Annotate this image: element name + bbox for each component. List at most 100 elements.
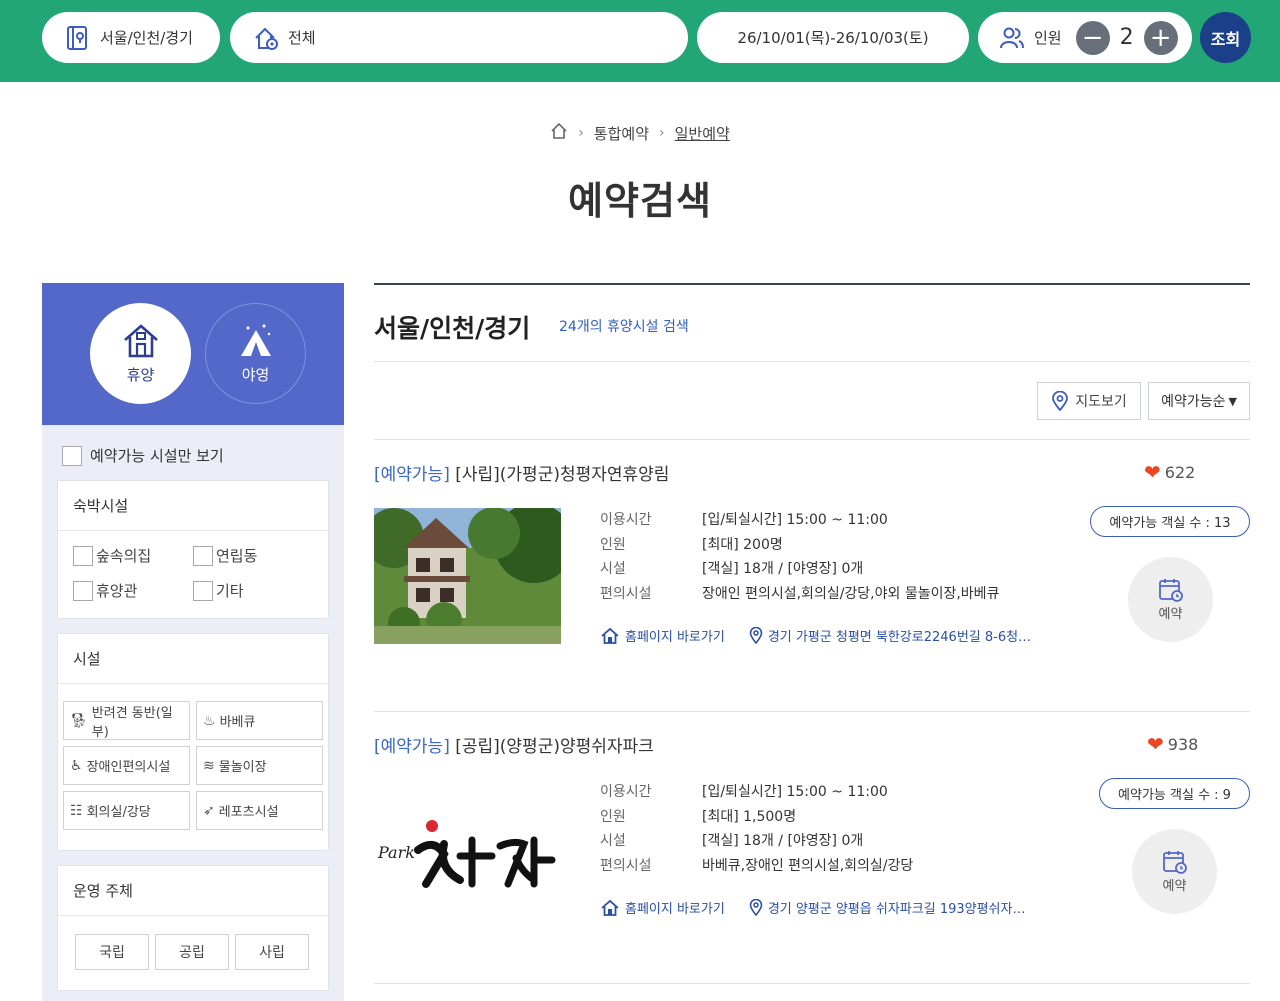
facility-label: 물놀이장 (218, 760, 267, 775)
date-range-value: 26/10/01(목)-26/10/03(토) (737, 29, 929, 47)
facility-title[interactable]: [예약가능] [사립](가평군)청평자연휴양림 (374, 460, 669, 485)
breadcrumb-current[interactable]: 일반예약 (675, 123, 730, 144)
region-value: 서울/인천/경기 (100, 29, 193, 47)
calendar-icon (1158, 579, 1183, 602)
results-region-title: 서울/인천/경기 (374, 314, 531, 343)
people-selector: 인원 − 2 + (978, 12, 1192, 63)
facility-card: [예약가능] [사립](가평군)청평자연휴양림 ❤ 622 이용시간 [입/퇴실… (374, 440, 1250, 710)
facility-accessible-button[interactable]: ♿︎ 장애인편의시설 (63, 746, 190, 785)
people-count: 2 (1119, 25, 1134, 50)
people-icon (998, 24, 1026, 52)
lodging-option[interactable]: 기타 (193, 580, 313, 601)
availability-status: [예약가능] (374, 737, 450, 757)
top-search-bar: 서울/인천/경기 전체 26/10/01(목)-26/10/03(토) 인원 −… (0, 0, 1280, 82)
info-label: 시설 (600, 561, 626, 577)
operator-public-button[interactable]: 공립 (155, 934, 229, 970)
like-button[interactable]: ❤ 622 (1144, 460, 1195, 484)
operator-private-button[interactable]: 사립 (235, 934, 309, 970)
address-link[interactable]: 경기 가평군 청평면 북한강로2246번길 8-6청… (749, 626, 1031, 645)
lodging-filter: 숙박시설 숲속의집 연립동 휴양관 기타 (57, 480, 329, 619)
lodging-checkbox[interactable] (73, 545, 93, 566)
map-pin-icon (1052, 391, 1069, 411)
homepage-link[interactable]: 홈페이지 바로가기 (600, 898, 725, 917)
info-people: [최대] 200명 (702, 536, 783, 553)
date-range-selector[interactable]: 26/10/01(목)-26/10/03(토) (697, 12, 969, 63)
facility-title[interactable]: [예약가능] [공립](양평군)양평쉬자파크 (374, 732, 654, 757)
availability-status: [예약가능] (374, 465, 450, 485)
reserve-button[interactable]: 예약 (1132, 829, 1217, 914)
homepage-link[interactable]: 홈페이지 바로가기 (600, 626, 725, 645)
region-selector[interactable]: 서울/인천/경기 (42, 12, 220, 63)
available-only-toggle[interactable]: 예약가능 시설만 보기 (62, 445, 224, 466)
lodging-option-label: 휴양관 (96, 582, 138, 600)
facility-meeting-button[interactable]: ☷ 회의실/강당 (63, 791, 190, 830)
map-view-button[interactable]: 지도보기 (1037, 382, 1141, 420)
info-label: 인원 (600, 536, 626, 553)
lodging-option[interactable]: 휴양관 (73, 580, 193, 601)
reserve-label: 예약 (1162, 879, 1187, 894)
like-count: 622 (1164, 462, 1196, 482)
filter-sidebar: 휴양 야영 예약가능 시설만 보기 숙박시설 숲속의집 연립동 휴양관 기타 시… (42, 283, 344, 1001)
facility-info: 이용시간 [입/퇴실시간] 15:00 ~ 11:00 인원 [최대] 1,500명… (600, 780, 913, 878)
increase-people-button[interactable]: + (1143, 20, 1178, 55)
like-button[interactable]: ❤ 938 (1147, 732, 1198, 756)
type-value: 전체 (288, 29, 316, 47)
info-time: [입/퇴실시간] 15:00 ~ 11:00 (702, 512, 888, 528)
reserve-button[interactable]: 예약 (1128, 557, 1213, 642)
breadcrumb-level1[interactable]: 통합예약 (594, 123, 649, 144)
page-title: 예약검색 (568, 179, 712, 223)
lodging-checkbox[interactable] (193, 580, 213, 601)
lodging-option-label: 연립동 (216, 547, 258, 565)
info-amenities: 바베큐,장애인 편의시설,회의실/강당 (702, 857, 914, 874)
location-house-icon (252, 24, 280, 52)
sort-select[interactable]: 예약가능순 ▼ (1148, 382, 1250, 420)
facility-pet-button[interactable]: 🐕︎ 반려견 동반(일부) (63, 701, 190, 740)
search-button[interactable]: 조회 (1200, 12, 1251, 63)
facility-filter-title: 시설 (58, 634, 328, 684)
facility-links: 홈페이지 바로가기 경기 가평군 청평면 북한강로2246번길 8-6청… (600, 626, 1031, 645)
sort-value: 예약가능순 (1161, 394, 1226, 410)
info-amenities: 장애인 편의시설,회의실/강당,야외 물놀이장,바베큐 (702, 585, 1000, 602)
category-header: 휴양 야영 (42, 283, 344, 425)
chevron-right-icon: › (659, 125, 665, 141)
info-label: 이용시간 (600, 784, 652, 800)
address-link[interactable]: 경기 양평군 양평읍 쉬자파크길 193양평쉬자… (749, 898, 1025, 917)
home-icon[interactable] (550, 122, 568, 144)
category-rest-button[interactable]: 휴양 (90, 303, 191, 404)
wheelchair-icon: ♿︎ (70, 757, 83, 774)
lodging-checkbox[interactable] (193, 545, 213, 566)
category-camp-button[interactable]: 야영 (205, 303, 306, 404)
facility-bbq-button[interactable]: ♨ 바베큐 (196, 701, 323, 740)
people-label: 인원 (1034, 29, 1062, 47)
lodging-option[interactable]: 숲속의집 (73, 545, 193, 566)
divider (374, 283, 1250, 285)
divider (374, 983, 1250, 984)
lodging-option[interactable]: 연립동 (193, 545, 313, 566)
lodging-checkbox[interactable] (73, 580, 93, 601)
operator-national-button[interactable]: 국립 (75, 934, 149, 970)
info-people: [최대] 1,500명 (702, 808, 797, 825)
type-selector[interactable]: 전체 (230, 12, 688, 63)
facility-sports-button[interactable]: ➶ 레포츠시설 (196, 791, 323, 830)
lodging-option-label: 숲속의집 (96, 547, 152, 565)
facility-logo[interactable]: Park (374, 780, 561, 916)
swimming-icon: ≋ (203, 757, 215, 774)
facility-name: [공립](양평군)양평쉬자파크 (455, 737, 654, 757)
info-facility: [객실] 18개 / [야영장] 0개 (702, 561, 864, 577)
category-camp-label: 야영 (241, 366, 270, 384)
facility-links: 홈페이지 바로가기 경기 양평군 양평읍 쉬자파크길 193양평쉬자… (600, 898, 1025, 917)
info-label: 편의시설 (600, 585, 652, 602)
grill-icon: ♨ (203, 712, 216, 729)
operator-filter-title: 운영 주체 (58, 866, 328, 916)
facility-card: [예약가능] [공립](양평군)양평쉬자파크 ❤ 938 Park 이용시간 [입… (374, 712, 1250, 982)
tent-icon (240, 324, 271, 356)
facility-label: 회의실/강당 (86, 805, 151, 820)
facility-water-button[interactable]: ≋ 물놀이장 (196, 746, 323, 785)
facility-label: 장애인편의시설 (86, 760, 171, 775)
meeting-icon: ☷ (70, 802, 83, 819)
facility-photo[interactable] (374, 508, 561, 644)
sports-icon: ➶ (203, 802, 215, 819)
decrease-people-button[interactable]: − (1075, 20, 1110, 55)
available-only-checkbox[interactable] (62, 445, 82, 466)
dog-icon: 🐕︎ (70, 712, 88, 729)
